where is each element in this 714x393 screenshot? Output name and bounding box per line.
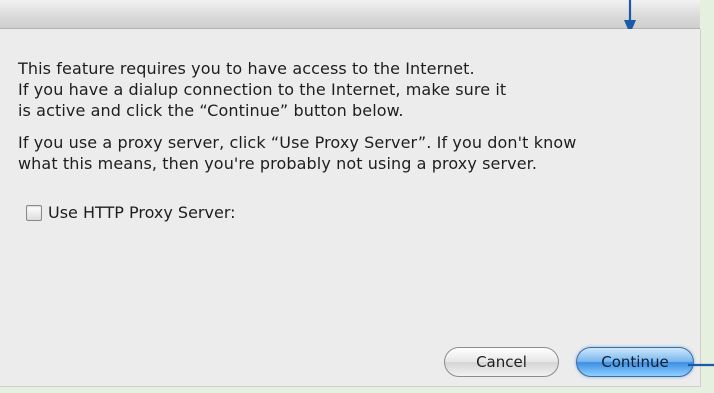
message-line: If you have a dialup connection to the I… [18, 80, 507, 99]
use-http-proxy-checkbox[interactable] [26, 204, 42, 221]
cancel-button[interactable]: Cancel [444, 347, 559, 377]
continue-button[interactable]: Continue [576, 347, 694, 377]
message-line: This feature requires you to have access… [18, 59, 475, 78]
message-line: is active and click the “Continue” butto… [18, 101, 404, 120]
callout-line-icon [688, 363, 714, 367]
window-title-bar [0, 0, 700, 29]
use-http-proxy-label[interactable]: Use HTTP Proxy Server: [48, 203, 236, 222]
use-http-proxy-option[interactable]: Use HTTP Proxy Server: [26, 203, 236, 222]
proxy-server-message: If you use a proxy server, click “Use Pr… [18, 132, 678, 174]
message-line: what this means, then you're probably no… [18, 154, 538, 173]
internet-connection-dialog: This feature requires you to have access… [0, 29, 701, 387]
message-line: If you use a proxy server, click “Use Pr… [18, 133, 577, 152]
internet-access-message: This feature requires you to have access… [18, 58, 638, 121]
screenshot-page: This feature requires you to have access… [0, 0, 714, 393]
